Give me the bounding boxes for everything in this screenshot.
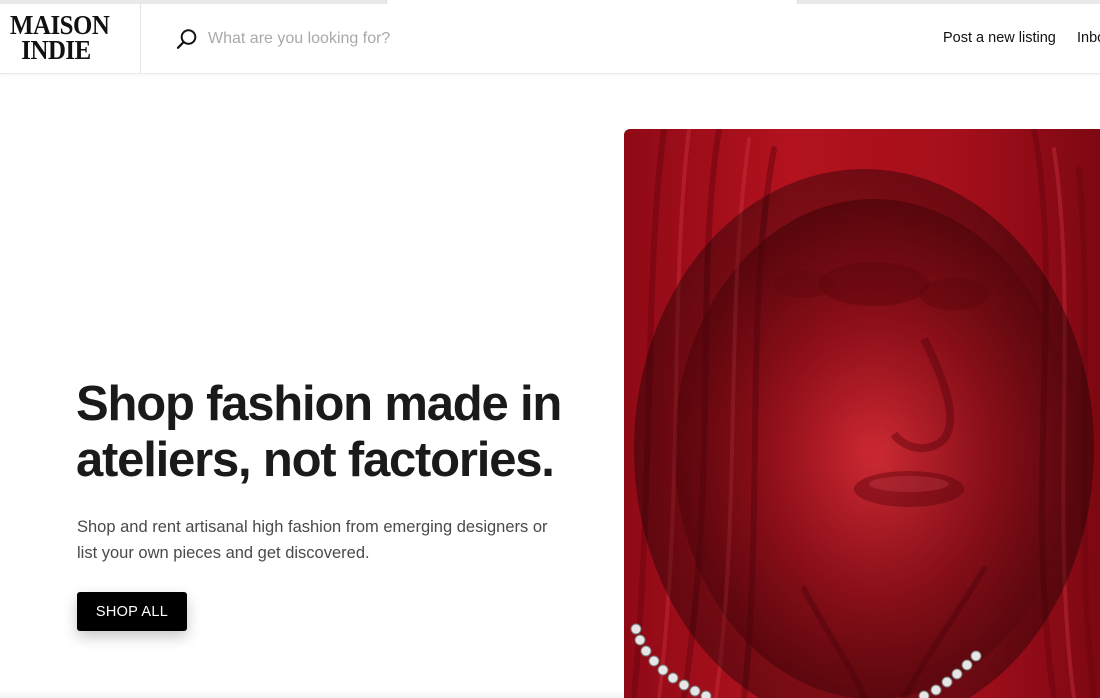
- bottom-edge: [0, 690, 624, 698]
- search-icon[interactable]: [176, 28, 198, 50]
- shop-all-button[interactable]: SHOP ALL: [77, 592, 187, 631]
- site-header: MAISON INDIE Post a new listing Inbo: [0, 4, 1100, 74]
- post-listing-link[interactable]: Post a new listing: [943, 30, 1056, 46]
- inbox-link[interactable]: Inbo: [1077, 30, 1100, 46]
- hero-subtitle: Shop and rent artisanal high fashion fro…: [77, 515, 567, 566]
- brand-logo[interactable]: MAISON INDIE: [10, 12, 110, 65]
- search-input[interactable]: [208, 27, 588, 51]
- search-bar: [176, 26, 588, 52]
- logo-line-2: INDIE: [21, 35, 91, 65]
- hero-subtitle-line-1: Shop and rent artisanal high fashion fro…: [77, 518, 548, 536]
- hero-title-line-2: ateliers, not factories.: [76, 433, 555, 487]
- hero-title: Shop fashion made in ateliers, not facto…: [76, 376, 596, 488]
- hero-title-line-1: Shop fashion made in: [76, 377, 562, 431]
- page: MAISON INDIE Post a new listing Inbo Sho…: [0, 0, 1100, 698]
- logo-cell: MAISON INDIE: [0, 4, 141, 74]
- hero-image: [624, 129, 1100, 698]
- hero-subtitle-line-2: list your own pieces and get discovered.: [77, 543, 370, 562]
- hero-photo-illustration: [624, 129, 1100, 698]
